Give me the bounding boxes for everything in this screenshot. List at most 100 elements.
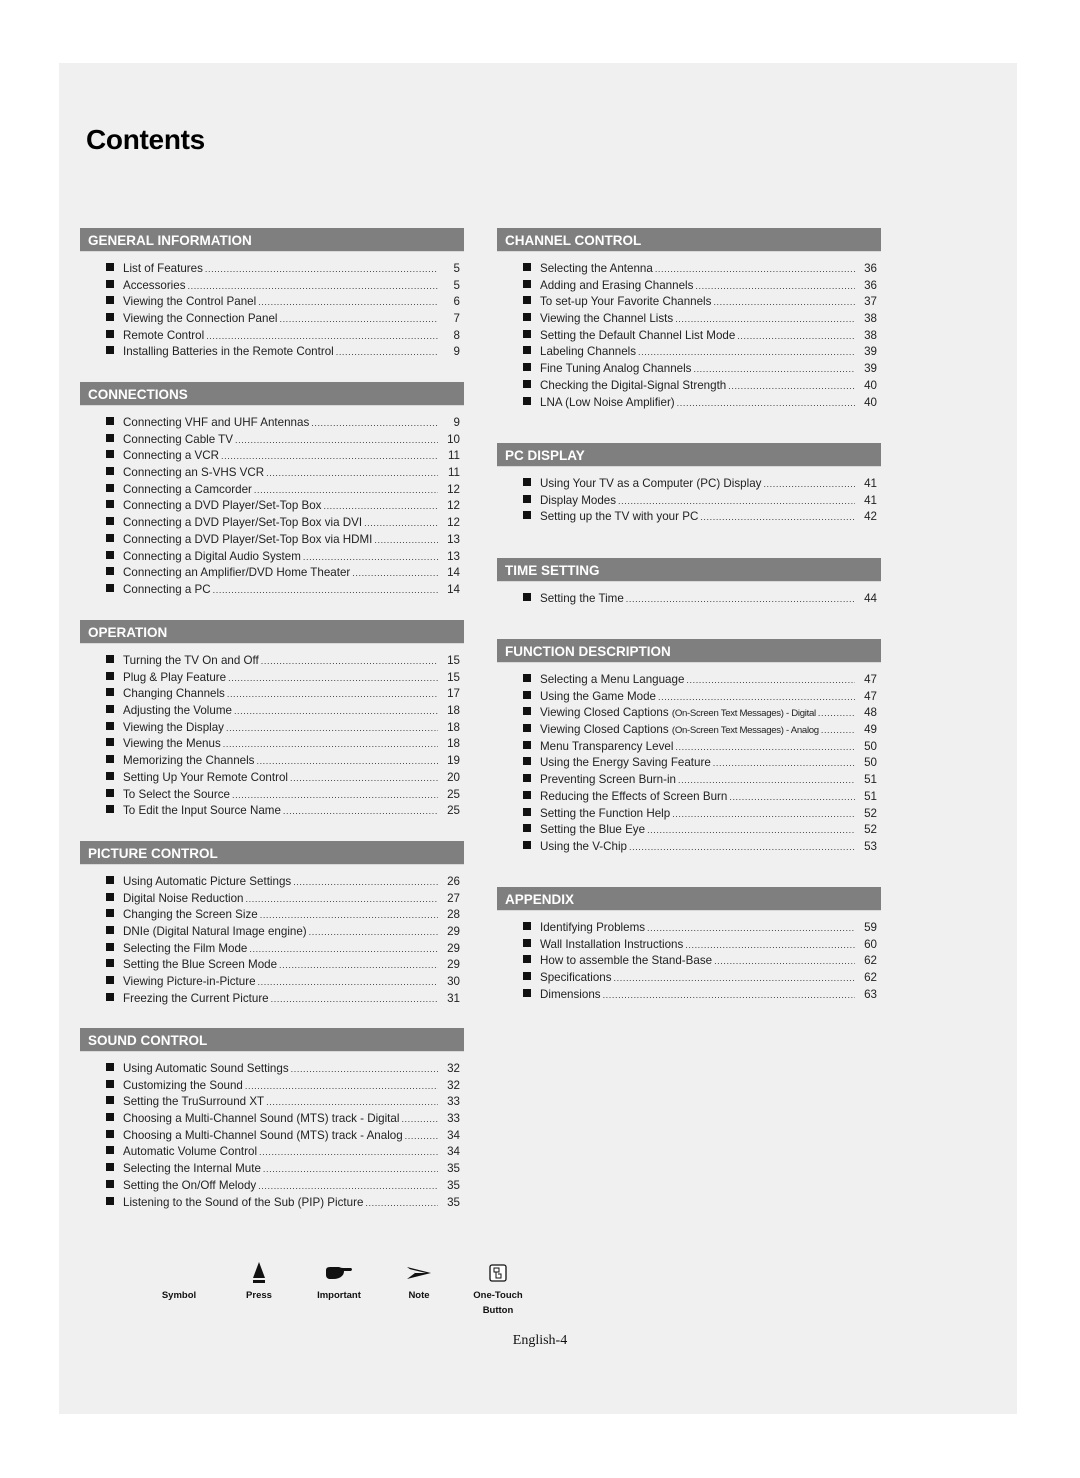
toc-entry[interactable]: Setting the Blue Screen Mode 29 [80,957,464,974]
toc-entry[interactable]: Selecting the Antenna 36 [497,261,881,278]
toc-entry[interactable]: Connecting an Amplifier/DVD Home Theater… [80,565,464,582]
toc-entry[interactable]: Customizing the Sound 32 [80,1078,464,1095]
toc-entry[interactable]: Display Modes 41 [497,493,881,510]
square-bullet-icon [523,807,531,816]
toc-entry[interactable]: To set-up Your Favorite Channels 37 [497,294,881,311]
toc-entry[interactable]: Using Automatic Sound Settings 32 [80,1061,464,1078]
toc-entry[interactable]: Choosing a Multi-Channel Sound (MTS) tra… [80,1128,464,1145]
toc-entry[interactable]: Connecting Cable TV 10 [80,432,464,449]
toc-page-number: 29 [447,941,460,955]
toc-entry[interactable]: Connecting a DVD Player/Set-Top Box via … [80,532,464,549]
toc-entry-title: Changing the Screen Size [123,908,258,922]
toc-entry[interactable]: To Edit the Input Source Name 25 [80,803,464,820]
toc-entry[interactable]: Connecting a Camcorder 12 [80,482,464,499]
toc-entry[interactable]: Memorizing the Channels 19 [80,753,464,770]
dot-leader [279,957,438,974]
toc-entry[interactable]: Viewing Closed Captions (On-Screen Text … [497,722,881,739]
square-bullet-icon [523,593,531,601]
toc-entry[interactable]: Labeling Channels 39 [497,344,881,361]
toc-entry[interactable]: Reducing the Effects of Screen Burn 51 [497,789,881,806]
toc-entry[interactable]: Connecting a Digital Audio System 13 [80,549,464,566]
toc-entry[interactable]: How to assemble the Stand-Base 62 [497,953,881,970]
toc-entry[interactable]: Viewing the Control Panel 6 [80,294,464,311]
dot-leader [763,476,855,493]
toc-entry[interactable]: List of Features 5 [80,261,464,278]
toc-entry[interactable]: Using Your TV as a Computer (PC) Display… [497,476,881,493]
toc-entry[interactable]: LNA (Low Noise Amplifier) 40 [497,395,881,412]
toc-entry[interactable]: Connecting VHF and UHF Antennas 9 [80,415,464,432]
toc-entry[interactable]: Connecting a VCR 11 [80,448,464,465]
toc-entry[interactable]: Viewing Picture-in-Picture 30 [80,974,464,991]
square-bullet-icon [523,922,531,930]
toc-entry[interactable]: Viewing Closed Captions (On-Screen Text … [497,705,881,722]
toc-entry-label: Changing the Screen Size [123,907,258,924]
toc-entry[interactable]: Viewing the Channel Lists 38 [497,311,881,328]
toc-entry[interactable]: To Select the Source 25 [80,787,464,804]
toc-entry[interactable]: Accessories 5 [80,278,464,295]
toc-entry[interactable]: Using the Game Mode 47 [497,689,881,706]
toc-entry[interactable]: Menu Transparency Level 50 [497,739,881,756]
toc-entry[interactable]: Setting up the TV with your PC 42 [497,509,881,526]
toc-entry[interactable]: Checking the Digital-Signal Strength 40 [497,378,881,395]
toc-page-number: 5 [453,262,460,275]
toc-entry[interactable]: Dimensions 63 [497,987,881,1004]
toc-entry[interactable]: Viewing the Menus 18 [80,736,464,753]
toc-entry[interactable]: Setting the Function Help 52 [497,806,881,823]
toc-entry[interactable]: Plug & Play Feature 15 [80,670,464,687]
toc-entry[interactable]: Selecting the Internal Mute 35 [80,1161,464,1178]
toc-entry[interactable]: Digital Noise Reduction 27 [80,891,464,908]
toc-entry[interactable]: Listening to the Sound of the Sub (PIP) … [80,1195,464,1212]
toc-entry[interactable]: Identifying Problems 59 [497,920,881,937]
toc-entry[interactable]: Remote Control 8 [80,328,464,345]
toc-entry[interactable]: Selecting the Film Mode 29 [80,941,464,958]
toc-entry[interactable]: Wall Installation Instructions 60 [497,937,881,954]
square-bullet-icon [106,450,114,459]
toc-entry-title: Turning the TV On and Off [123,654,259,667]
square-bullet-icon [523,938,531,947]
toc-entry-title: Installing Batteries in the Remote Contr… [123,345,334,359]
toc-entry[interactable]: Using Automatic Picture Settings 26 [80,874,464,891]
toc-entry[interactable]: Fine Tuning Analog Channels 39 [497,361,881,378]
toc-entry[interactable]: Turning the TV On and Off 15 [80,653,464,670]
toc-entry[interactable]: Adding and Erasing Channels 36 [497,278,881,295]
dot-leader [260,907,438,924]
toc-entry-label: Connecting a VCR [123,448,219,465]
toc-entry[interactable]: Viewing the Connection Panel 7 [80,311,464,328]
square-bullet-icon [106,279,114,288]
toc-entry[interactable]: Setting the Blue Eye 52 [497,822,881,839]
toc-entry[interactable]: Setting Up Your Remote Control 20 [80,770,464,787]
toc-section-operation: OPERATIONTurning the TV On and Off15Plug… [80,620,464,820]
toc-entry-title: Setting the Function Help [540,806,671,820]
dot-leader [188,278,439,295]
toc-entry[interactable]: Preventing Screen Burn-in 51 [497,772,881,789]
toc-entry-title: Using Your TV as a Computer (PC) Display [540,477,762,490]
toc-entry[interactable]: Automatic Volume Control 34 [80,1144,464,1161]
toc-entry[interactable]: Setting the On/Off Melody 35 [80,1178,464,1195]
toc-page-number: 12 [447,482,460,496]
toc-entry[interactable]: Adjusting the Volume 18 [80,703,464,720]
toc-entry[interactable]: Using the V-Chip 53 [497,839,881,856]
toc-entry[interactable]: Setting the Time 44 [497,591,881,608]
toc-entry[interactable]: Choosing a Multi-Channel Sound (MTS) tra… [80,1111,464,1128]
toc-entry[interactable]: Setting the Default Channel List Mode 38 [497,328,881,345]
toc-entry[interactable]: Freezing the Current Picture 31 [80,991,464,1008]
toc-entry[interactable]: Viewing the Display 18 [80,720,464,737]
toc-entry[interactable]: Connecting an S-VHS VCR 11 [80,465,464,482]
toc-entry[interactable]: Connecting a DVD Player/Set-Top Box via … [80,515,464,532]
toc-entry[interactable]: Installing Batteries in the Remote Contr… [80,344,464,361]
toc-entry[interactable]: DNIe (Digital Natural Image engine) 29 [80,924,464,941]
toc-entry[interactable]: Changing the Screen Size 28 [80,907,464,924]
toc-entry[interactable]: Connecting a DVD Player/Set-Top Box 12 [80,498,464,515]
toc-entry[interactable]: Changing Channels 17 [80,686,464,703]
toc-entry[interactable]: Selecting a Menu Language 47 [497,672,881,689]
toc-entry[interactable]: Connecting a PC 14 [80,582,464,599]
toc-entry-label: Reducing the Effects of Screen Burn [540,789,727,806]
dot-leader [266,465,438,482]
toc-entry[interactable]: Using the Energy Saving Feature 50 [497,755,881,772]
toc-page-number: 52 [864,806,877,820]
dot-leader [672,806,855,823]
toc-entry[interactable]: Specifications 62 [497,970,881,987]
square-bullet-icon [523,346,531,355]
toc-entry[interactable]: Setting the TruSurround XT 33 [80,1094,464,1111]
toc-entry-title: Checking the Digital-Signal Strength [540,378,727,392]
